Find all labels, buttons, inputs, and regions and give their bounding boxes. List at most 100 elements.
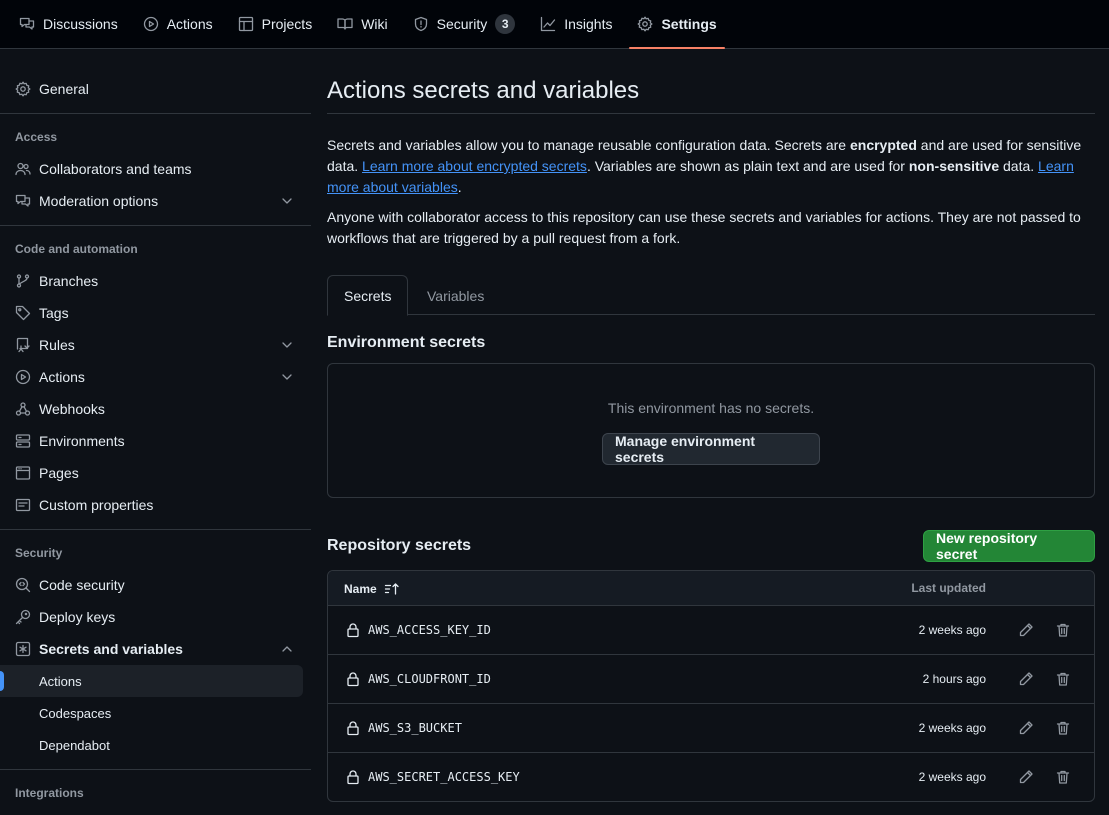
tab-label: Settings (661, 16, 717, 32)
tab-secrets[interactable]: Secrets (327, 275, 409, 316)
trash-icon[interactable] (1055, 720, 1071, 736)
security-count-badge: 3 (495, 14, 516, 34)
intro-text: Secrets and variables allow you to manag… (327, 137, 850, 153)
sidebar-heading-code-automation: Code and automation (15, 242, 138, 256)
trash-icon[interactable] (1055, 769, 1071, 785)
tab-projects[interactable]: Projects (230, 0, 321, 48)
repository-secrets-table: Name Last updated AWS_ACCESS_KEY_ID 2 we… (327, 570, 1095, 802)
play-icon (143, 16, 158, 32)
tab-label: Variables (427, 287, 485, 304)
secret-name: AWS_S3_BUCKET (368, 721, 462, 735)
key-icon (15, 609, 31, 625)
play-icon (15, 369, 31, 385)
chevron-down-icon (282, 342, 292, 348)
learn-more-secrets-link[interactable]: Learn more about encrypted secrets (362, 158, 587, 174)
sidebar-item-secrets-and-variables[interactable]: Secrets and variables (7, 633, 303, 665)
table-row: AWS_ACCESS_KEY_ID 2 weeks ago (328, 606, 1094, 655)
sidebar-item-code-security[interactable]: Code security (7, 569, 303, 601)
secret-name: AWS_ACCESS_KEY_ID (368, 623, 491, 637)
secret-last-updated: 2 weeks ago (918, 623, 986, 637)
sidebar-item-label: Deploy keys (39, 609, 116, 625)
pencil-icon[interactable] (1018, 720, 1034, 736)
pencil-icon[interactable] (1018, 769, 1034, 785)
lock-icon (347, 672, 359, 687)
intro-text: data. (999, 158, 1039, 174)
secret-name: AWS_CLOUDFRONT_ID (368, 672, 491, 686)
sidebar-item-label: Codespaces (39, 705, 112, 721)
pencil-icon[interactable] (1018, 671, 1034, 687)
lock-icon (347, 770, 359, 785)
secret-last-updated: 2 weeks ago (918, 721, 986, 735)
manage-environment-secrets-button[interactable]: Manage environment secrets (602, 433, 820, 465)
sidebar-heading-security: Security (15, 546, 63, 560)
intro-emphasis-non-sensitive: non-sensitive (908, 158, 1000, 174)
sidebar-item-general[interactable]: General (7, 73, 303, 105)
sidebar-item-label: Webhooks (39, 401, 105, 417)
new-repository-secret-button[interactable]: New repository secret (923, 530, 1095, 562)
gear-icon (638, 16, 654, 32)
sidebar-item-label: Tags (39, 305, 69, 321)
sidebar-subitem-dependabot[interactable]: Dependabot (0, 729, 303, 761)
sidebar-item-deploy-keys[interactable]: Deploy keys (7, 601, 303, 633)
pencil-icon[interactable] (1018, 622, 1034, 638)
tab-security[interactable]: Security 3 (405, 0, 524, 48)
sidebar-item-collaborators[interactable]: Collaborators and teams (7, 153, 303, 185)
sort-asc-icon (384, 583, 399, 595)
intro-emphasis-encrypted: encrypted (849, 137, 917, 153)
webhook-icon (15, 402, 31, 416)
sidebar-subitem-actions[interactable]: Actions (0, 665, 303, 697)
page-title: Actions secrets and variables (327, 77, 640, 104)
sidebar-item-label: Environments (39, 433, 125, 449)
trash-icon[interactable] (1055, 671, 1071, 687)
repository-secrets-title: Repository secrets (327, 537, 472, 554)
sort-by-name-header[interactable]: Name (344, 581, 400, 597)
sidebar-item-label: Dependabot (39, 737, 110, 753)
tab-label: Discussions (43, 16, 118, 32)
tab-settings[interactable]: Settings (629, 0, 725, 49)
table-row: AWS_CLOUDFRONT_ID 2 hours ago (328, 655, 1094, 704)
repo-push-icon (16, 337, 30, 353)
git-branch-icon (16, 274, 30, 288)
key-asterisk-icon (15, 641, 31, 657)
sidebar-item-tags[interactable]: Tags (7, 297, 303, 329)
sidebar-item-label: Collaborators and teams (39, 161, 192, 177)
chevron-up-icon (282, 646, 292, 652)
environment-secrets-panel: This environment has no secrets. Manage … (327, 363, 1095, 498)
tab-label: Actions (166, 16, 213, 32)
tab-variables[interactable]: Variables (411, 275, 500, 316)
gear-icon (15, 81, 31, 97)
access-note-paragraph: Anyone with collaborator access to this … (327, 209, 1081, 246)
comment-discussion-icon (15, 194, 31, 207)
sidebar-divider (0, 529, 311, 530)
table-row: AWS_SECRET_ACCESS_KEY 2 weeks ago (328, 753, 1094, 801)
sidebar-item-branches[interactable]: Branches (7, 265, 303, 297)
sidebar-item-actions[interactable]: Actions (7, 361, 303, 393)
sidebar-item-pages[interactable]: Pages (7, 457, 303, 489)
tab-wiki[interactable]: Wiki (329, 0, 395, 48)
empty-state-text: This environment has no secrets. (607, 400, 815, 416)
sidebar-item-label: Actions (39, 369, 85, 385)
comment-discussion-icon (19, 17, 35, 30)
repo-nav: Discussions Actions Projects Wiki Securi… (0, 0, 1109, 49)
sidebar-item-label: Pages (39, 465, 79, 481)
sidebar-subitem-codespaces[interactable]: Codespaces (0, 697, 303, 729)
sidebar-item-environments[interactable]: Environments (7, 425, 303, 457)
sidebar-item-rules[interactable]: Rules (7, 329, 303, 361)
tab-discussions[interactable]: Discussions (11, 0, 126, 48)
lock-icon (347, 721, 359, 736)
sidebar-item-label: Branches (39, 273, 99, 289)
tab-insights[interactable]: Insights (532, 0, 620, 48)
sidebar-item-label: Custom properties (39, 497, 154, 513)
sidebar-item-label: Secrets and variables (39, 641, 183, 657)
sidebar-item-custom-properties[interactable]: Custom properties (7, 489, 303, 521)
sidebar-item-label: Moderation options (39, 193, 159, 209)
secrets-variables-tabs: Secrets Variables (327, 275, 1095, 316)
browser-icon (15, 466, 31, 480)
trash-icon[interactable] (1055, 622, 1071, 638)
sidebar-item-webhooks[interactable]: Webhooks (7, 393, 303, 425)
tab-actions[interactable]: Actions (135, 0, 221, 48)
sidebar-item-label: Rules (39, 337, 75, 353)
sidebar-divider (0, 113, 311, 114)
sidebar-item-label: General (39, 81, 89, 97)
sidebar-item-moderation[interactable]: Moderation options (7, 185, 303, 217)
